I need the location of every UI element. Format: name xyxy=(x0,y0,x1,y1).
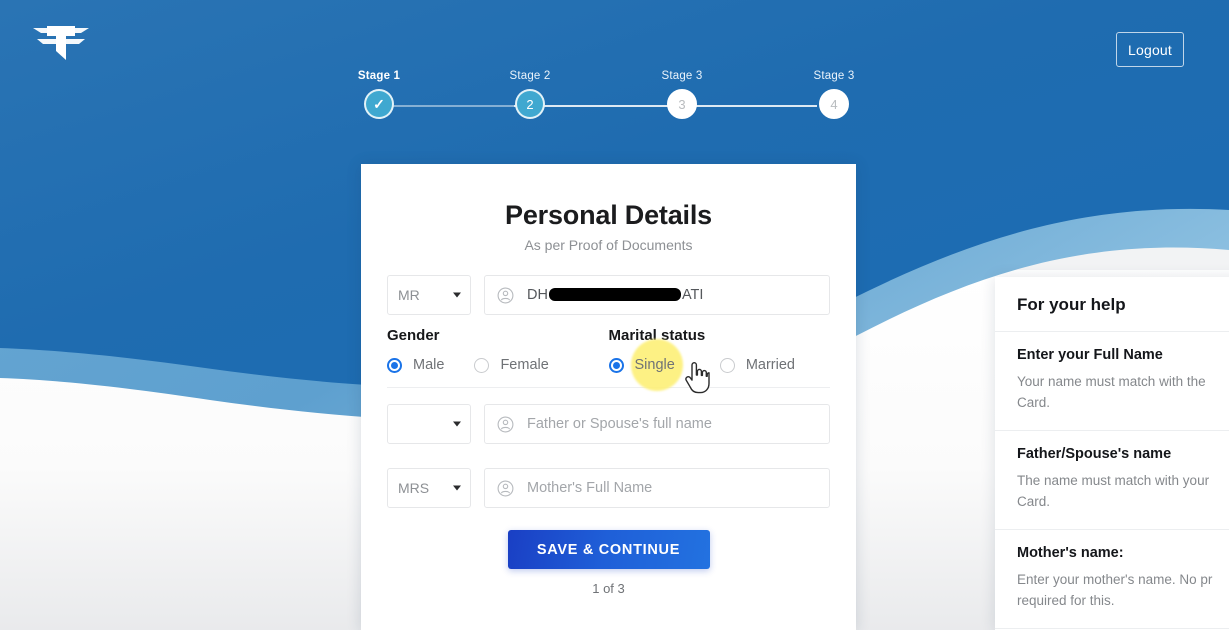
stepper-step-1-label: Stage 1 xyxy=(357,70,401,82)
gender-option-male-label: Male xyxy=(413,357,445,373)
stepper-step-2[interactable]: Stage 2 2 xyxy=(495,70,565,119)
radio-icon-single[interactable] xyxy=(608,357,624,373)
check-icon: ✓ xyxy=(373,96,385,112)
gender-options: Male Female xyxy=(387,357,609,373)
section-divider xyxy=(387,387,830,388)
full-name-suffix: ATI xyxy=(681,287,704,303)
save-and-continue-button[interactable]: SAVE & CONTINUE xyxy=(507,530,710,569)
father-spouse-row: Father or Spouse's full name xyxy=(387,404,830,444)
salutation-select[interactable]: MR xyxy=(387,275,471,315)
double-f-wing-logo-icon xyxy=(33,26,89,60)
radio-icon-female[interactable] xyxy=(474,357,490,373)
radio-icon-male[interactable] xyxy=(387,357,402,373)
stepper-step-3-label: Stage 3 xyxy=(661,70,703,82)
full-name-input[interactable]: DH ATI xyxy=(484,275,830,315)
help-item-title: Enter your Full Name xyxy=(1017,347,1163,363)
stepper-step-2-marker: 2 xyxy=(515,89,545,119)
radio-icon-married[interactable] xyxy=(719,357,735,373)
stepper-step-1-marker: ✓ xyxy=(364,89,394,119)
gender-option-female[interactable]: Female xyxy=(474,357,549,373)
redaction-bar xyxy=(548,287,681,301)
gender-option-male[interactable]: Male xyxy=(387,357,444,373)
chevron-down-icon xyxy=(453,485,461,491)
kyc-personal-details-page: Logout Stage 1 ✓ Stage 2 2 Stage 3 3 Sta… xyxy=(0,0,1229,630)
help-panel-heading: For your help xyxy=(995,277,1229,332)
stepper-step-4-label: Stage 3 xyxy=(813,70,855,82)
marital-status-group: Marital status Single Married xyxy=(608,327,831,391)
salutation-select-value: MR xyxy=(398,287,420,303)
logout-button[interactable]: Logout xyxy=(1116,32,1184,67)
help-item-body: Your name must match with the Card. xyxy=(1017,374,1206,410)
father-salutation-select[interactable] xyxy=(387,404,471,444)
radio-groups: Gender Male Female Marital status Single… xyxy=(387,327,831,391)
gender-label: Gender xyxy=(387,327,440,344)
mother-name-placeholder: Mother's Full Name xyxy=(527,480,653,496)
help-item-mother: Mother's name: Enter your mother's name.… xyxy=(995,530,1229,629)
user-circle-icon xyxy=(497,480,514,496)
user-circle-icon xyxy=(497,287,514,303)
help-panel: For your help Enter your Full Name Your … xyxy=(995,277,1229,630)
field-spacer xyxy=(387,454,830,468)
stepper-step-3[interactable]: Stage 3 3 xyxy=(647,70,717,119)
chevron-down-icon xyxy=(453,292,461,298)
marital-option-married-label: Married xyxy=(745,357,795,373)
help-item-body: Enter your mother's name. No pr required… xyxy=(1017,571,1213,608)
help-item-full-name: Enter your Full Name Your name must matc… xyxy=(995,332,1229,431)
stepper-step-2-label: Stage 2 xyxy=(509,70,551,82)
gender-group: Gender Male Female xyxy=(387,327,609,373)
help-item-title: Mother's name: xyxy=(1017,544,1124,561)
help-item-body: The name must match with your Card. xyxy=(1017,472,1210,509)
marital-option-married[interactable]: Married xyxy=(719,357,795,373)
page-title: Personal Details xyxy=(505,200,712,230)
submit-area: SAVE & CONTINUE 1 of 3 xyxy=(387,530,830,596)
full-name-prefix: DH xyxy=(527,287,548,303)
marital-status-options: Single Married xyxy=(608,339,831,391)
stepper-step-4-marker: 4 xyxy=(819,89,849,119)
gender-option-female-label: Female xyxy=(500,357,549,373)
chevron-down-icon xyxy=(453,421,461,427)
page-counter: 1 of 3 xyxy=(592,581,625,596)
full-name-row: MR DH ATI xyxy=(387,275,830,315)
father-spouse-name-input[interactable]: Father or Spouse's full name xyxy=(484,404,830,444)
user-circle-icon xyxy=(497,416,514,432)
mother-row: MRS Mother's Full Name xyxy=(387,468,830,508)
marital-status-label: Marital status xyxy=(608,327,706,344)
stepper-step-4[interactable]: Stage 3 4 xyxy=(799,70,869,119)
full-name-value: DH ATI xyxy=(527,287,703,303)
help-item-father-spouse: Father/Spouse's name The name must match… xyxy=(995,431,1229,530)
personal-details-card: Personal Details As per Proof of Documen… xyxy=(361,164,856,630)
progress-stepper: Stage 1 ✓ Stage 2 2 Stage 3 3 Stage 3 4 xyxy=(358,70,854,125)
mother-salutation-select[interactable]: MRS xyxy=(387,468,471,508)
brand-logo xyxy=(30,20,92,66)
stepper-step-3-marker: 3 xyxy=(667,89,697,119)
marital-option-single-label: Single xyxy=(634,357,675,373)
page-subtitle: As per Proof of Documents xyxy=(524,237,693,253)
stepper-step-1[interactable]: Stage 1 ✓ xyxy=(344,70,414,119)
mother-salutation-select-value: MRS xyxy=(398,480,430,496)
mother-name-input[interactable]: Mother's Full Name xyxy=(484,468,830,508)
marital-option-single[interactable]: Single xyxy=(608,339,683,391)
help-item-title: Father/Spouse's name xyxy=(1017,445,1172,462)
father-spouse-name-placeholder: Father or Spouse's full name xyxy=(527,416,712,432)
